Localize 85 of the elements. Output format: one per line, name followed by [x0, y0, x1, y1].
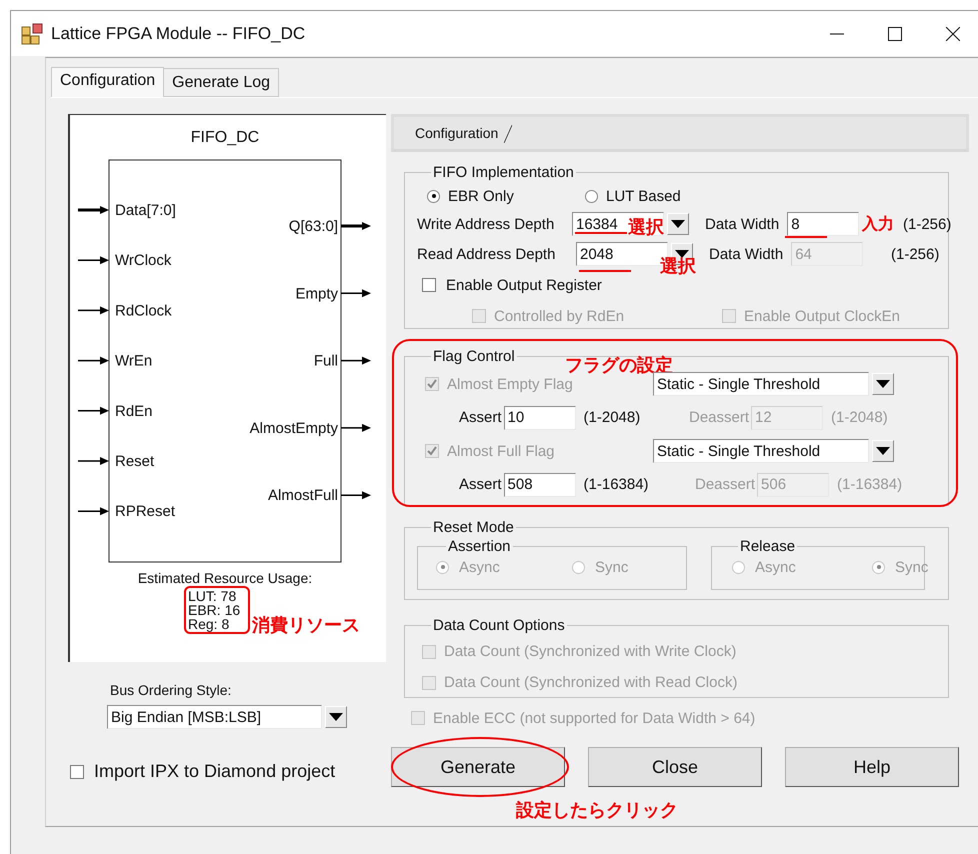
- dialog-button[interactable]: Close: [588, 747, 762, 787]
- checkbox-label: Enable Output Register: [446, 276, 602, 294]
- dropdown-button[interactable]: [325, 706, 347, 728]
- field-label: Assert: [459, 409, 502, 426]
- radio-label: Async: [755, 558, 796, 576]
- port-label: RPReset: [115, 503, 176, 520]
- range-label: (1-16384): [584, 476, 649, 493]
- annotation-label: 消費リソース: [252, 615, 360, 635]
- close-icon[interactable]: [946, 26, 960, 40]
- port-label: Data[7:0]: [115, 202, 176, 219]
- dialog-button[interactable]: Generate: [391, 747, 565, 787]
- radio-label: Sync: [595, 558, 628, 576]
- usage-line: LUT: 78: [188, 588, 236, 604]
- group-title: FIFO Implementation: [432, 164, 575, 181]
- dialog-button[interactable]: Help: [785, 747, 959, 787]
- annotation-label: 設定したらクリック: [516, 799, 678, 822]
- port-label: RdClock: [115, 302, 172, 320]
- checkbox-label: Enable ECC (not supported for Data Width > 64): [433, 710, 756, 726]
- usage-line: Reg: 8: [188, 616, 230, 632]
- caret-icon: [671, 220, 685, 228]
- range-label: (1-256): [891, 246, 940, 262]
- range-label: (1-16384): [837, 476, 902, 493]
- group-title: Data Count Options: [432, 617, 566, 634]
- dropdown-button[interactable]: [872, 373, 894, 395]
- field-label: Data Width: [709, 246, 784, 262]
- block-title: FIFO_DC: [190, 129, 260, 146]
- field-label: Read Address Depth: [417, 246, 556, 262]
- port-label: Q[63:0]: [288, 218, 338, 235]
- radio-button[interactable]: [585, 190, 598, 202]
- field-label: Deassert: [695, 476, 756, 493]
- group-title: Assertion: [447, 538, 512, 555]
- port-label: AlmostFull: [268, 487, 338, 504]
- annotation-label: 入力: [862, 214, 894, 235]
- range-label: (1-256): [903, 216, 952, 232]
- select-field[interactable]: Big Endian [MSB:LSB]: [107, 705, 322, 729]
- window-title: Lattice FPGA Module -- FIFO_DC: [51, 24, 306, 44]
- range-label: (1-2048): [584, 409, 640, 426]
- caret-icon: [876, 380, 890, 388]
- checkbox-label: Almost Full Flag: [447, 442, 555, 460]
- checkbox-label: Data Count (Synchronized with Write Clock): [444, 643, 736, 660]
- checkbox[interactable]: [70, 764, 84, 778]
- radio-label: LUT Based: [606, 188, 681, 204]
- checkbox[interactable]: [422, 278, 436, 292]
- field-label: Deassert: [689, 409, 750, 426]
- caret-icon: [675, 250, 689, 258]
- range-label: (1-2048): [831, 409, 888, 426]
- tab[interactable]: Configuration: [415, 125, 512, 143]
- radio-label: EBR Only: [448, 188, 514, 204]
- checkbox-label: Import IPX to Diamond project: [94, 761, 336, 782]
- group-title: Release: [739, 538, 796, 555]
- radio-label: Async: [459, 558, 500, 576]
- checkbox-label: Controlled by RdEn: [494, 308, 624, 324]
- port-label: WrClock: [115, 252, 172, 270]
- dropdown-button[interactable]: [872, 440, 894, 462]
- checkbox-label: Almost Empty Flag: [447, 376, 573, 392]
- app-icon: [21, 22, 43, 44]
- group-title: Flag Control: [432, 348, 516, 365]
- checkbox-label: Enable Output ClockEn: [744, 308, 900, 324]
- input-field[interactable]: 8: [787, 212, 860, 236]
- caret-icon: [329, 713, 343, 721]
- port-label: Full: [314, 352, 338, 370]
- port-label: WrEn: [115, 352, 152, 370]
- usage-title: Estimated Resource Usage:: [138, 570, 312, 586]
- caret-icon: [876, 447, 890, 455]
- usage-line: EBR: 16: [188, 602, 240, 618]
- field-label: Bus Ordering Style:: [110, 682, 232, 698]
- tab[interactable]: Configuration: [51, 67, 164, 97]
- port-label: AlmostEmpty: [250, 420, 338, 437]
- port-label: Reset: [115, 453, 154, 470]
- radio-button[interactable]: [427, 190, 440, 202]
- port-label: Empty: [295, 285, 338, 302]
- input-field: 506: [757, 472, 830, 496]
- group-title: Reset Mode: [432, 519, 515, 536]
- field-label: Assert: [459, 476, 502, 493]
- maximize-icon[interactable]: [888, 26, 902, 40]
- dropdown-button[interactable]: [667, 213, 689, 235]
- field-label: Data Width: [705, 216, 780, 232]
- checkbox-label: Data Count (Synchronized with Read Clock): [444, 674, 738, 691]
- input-field: 12: [751, 406, 824, 430]
- radio-label: Sync: [895, 558, 928, 576]
- field-label: Write Address Depth: [417, 216, 554, 232]
- tab[interactable]: Generate Log: [163, 68, 280, 97]
- annotation-label: 選択: [628, 216, 664, 239]
- port-label: RdEn: [115, 402, 153, 420]
- highlight-frame: [184, 586, 250, 634]
